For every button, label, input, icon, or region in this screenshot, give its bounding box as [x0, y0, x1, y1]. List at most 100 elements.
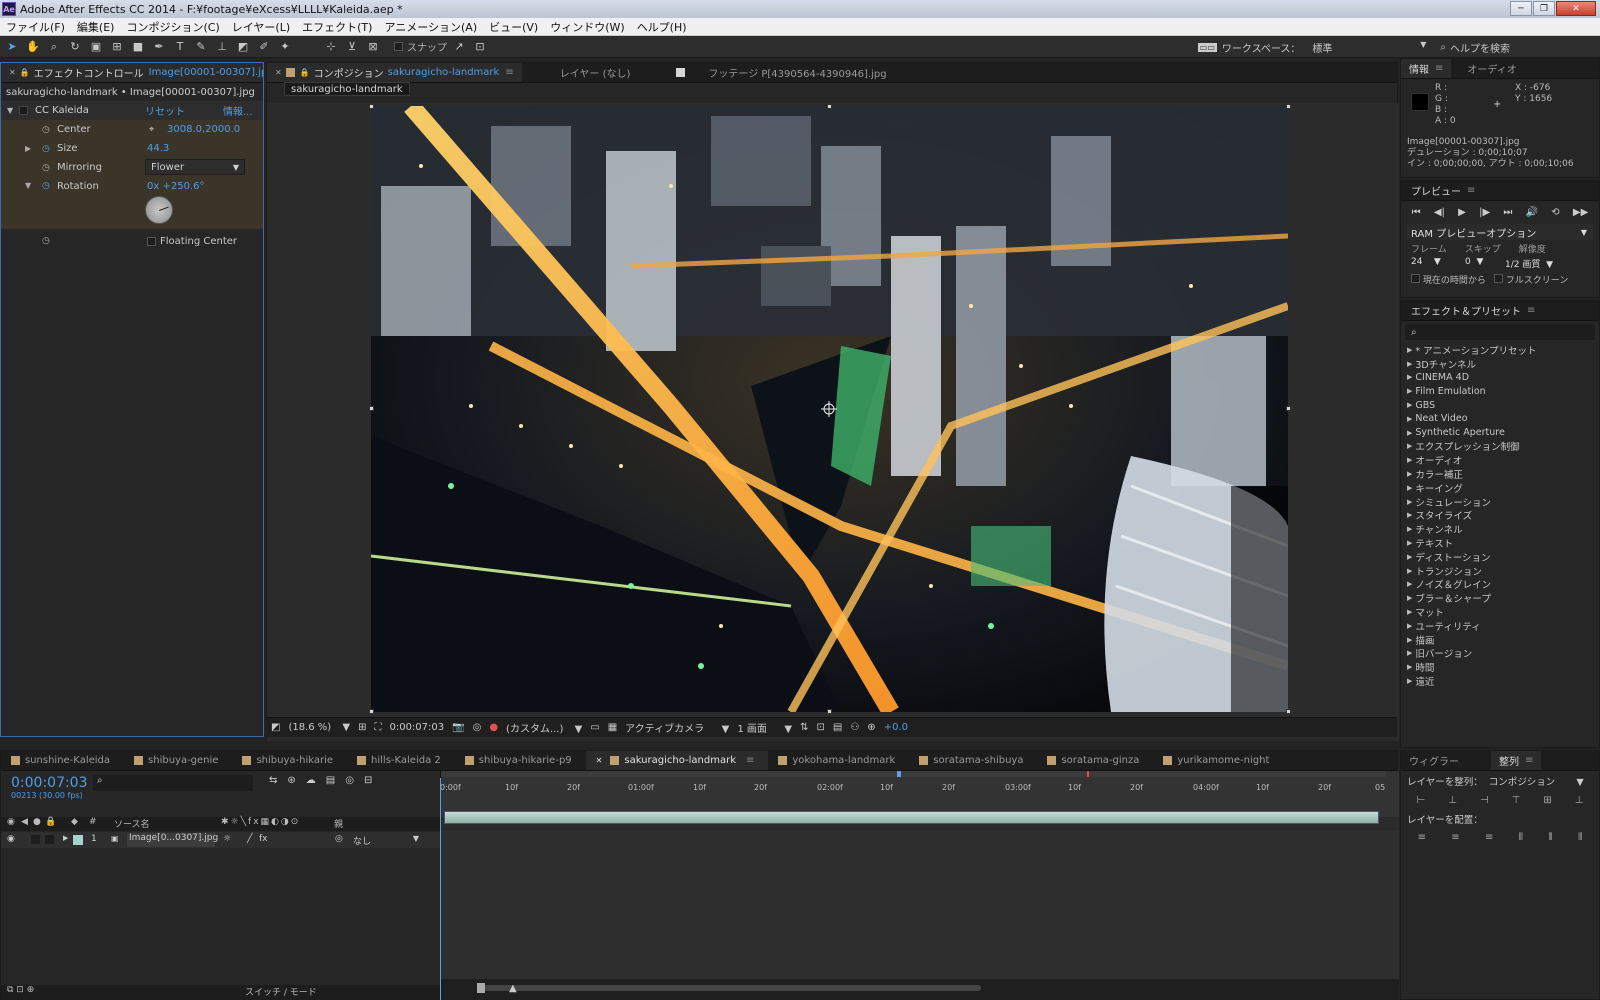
stopwatch-icon[interactable]: ◷: [42, 236, 50, 246]
maximize-icon[interactable]: ❐: [1533, 1, 1555, 16]
list-item[interactable]: ▶ * アニメーションプリセット: [1407, 343, 1599, 357]
region-of-interest-icon[interactable]: ▭: [590, 722, 599, 733]
align-vcenter-icon[interactable]: ⊞: [1543, 795, 1551, 806]
exposure-value[interactable]: +0.0: [884, 722, 908, 733]
fullscreen-toggle[interactable]: フルスクリーン: [1493, 273, 1568, 286]
list-item[interactable]: ▶ オーディオ: [1407, 453, 1599, 467]
align-hcenter-icon[interactable]: ⊥: [1448, 795, 1457, 806]
solo-toggle[interactable]: [31, 835, 40, 844]
type-tool-icon[interactable]: T: [171, 38, 189, 56]
list-item[interactable]: ▶ 3Dチャンネル: [1407, 357, 1599, 371]
loop-icon[interactable]: ⟲: [1551, 207, 1559, 218]
menu-layer[interactable]: レイヤー(L): [232, 19, 290, 35]
view-axis-icon[interactable]: ⊠: [364, 38, 382, 56]
minimize-icon[interactable]: ─: [1510, 1, 1532, 16]
world-axis-icon[interactable]: ⊻: [343, 38, 361, 56]
ram-preview-icon[interactable]: ▶▶: [1573, 207, 1588, 218]
composition-viewer[interactable]: [371, 106, 1288, 712]
layer-name[interactable]: Image[0...0307].jpg: [127, 833, 218, 847]
rectangle-tool-icon[interactable]: ■: [129, 38, 147, 56]
fullscreen-checkbox[interactable]: [1493, 274, 1503, 283]
zoom-slider-track[interactable]: [481, 985, 981, 991]
show-snapshot-icon[interactable]: ◎: [473, 722, 482, 733]
transform-handle[interactable]: [1286, 406, 1291, 411]
transform-handle[interactable]: [1286, 104, 1291, 109]
tab-effect-controls[interactable]: ✕ 🔒 エフェクトコントロール Image[00001-00307].jpg: [1, 63, 263, 82]
align-to-select[interactable]: コンポジション ▼: [1489, 774, 1584, 788]
close-icon[interactable]: ✕: [275, 68, 282, 77]
view-layout-select[interactable]: 1 画面 ▼: [737, 720, 792, 735]
roto-brush-tool-icon[interactable]: ✐: [255, 38, 273, 56]
snap-checkbox[interactable]: [394, 42, 403, 51]
previous-frame-icon[interactable]: ◀|: [1434, 207, 1445, 218]
timeline-search-input[interactable]: ⌕: [93, 775, 253, 791]
tab-timeline[interactable]: soratama-ginza: [1037, 751, 1153, 770]
list-item[interactable]: ▶ カラー補正: [1407, 467, 1599, 481]
graph-editor-icon[interactable]: ⊟: [364, 775, 372, 786]
mute-audio-icon[interactable]: 🔊: [1526, 207, 1538, 218]
align-right-icon[interactable]: ⊣: [1480, 795, 1489, 806]
list-item[interactable]: ▶ Film Emulation: [1407, 384, 1599, 398]
align-bottom-icon[interactable]: ⊥: [1575, 795, 1584, 806]
list-item[interactable]: ▶ キーイング: [1407, 481, 1599, 495]
pen-tool-icon[interactable]: ✒: [150, 38, 168, 56]
first-frame-icon[interactable]: ⏮: [1412, 207, 1421, 218]
collapse-transform-icon[interactable]: ☼: [223, 834, 231, 844]
tab-composition[interactable]: ✕ 🔒 コンポジション sakuragicho-landmark ≡: [267, 63, 522, 82]
close-icon[interactable]: ✕: [596, 756, 603, 765]
panel-menu-icon[interactable]: ≡: [1527, 305, 1535, 316]
align-left-icon[interactable]: ⊢: [1417, 795, 1426, 806]
close-icon[interactable]: ✕: [1556, 1, 1596, 16]
from-current-toggle[interactable]: 現在の時間から: [1411, 273, 1486, 286]
timeline-icon[interactable]: ▤: [833, 722, 842, 733]
switch-mode-toggle[interactable]: スイッチ / モード: [245, 985, 317, 998]
list-item[interactable]: ▶ ノイズ＆グレイン: [1407, 578, 1599, 591]
fx-toggle-icon[interactable]: fx: [259, 834, 268, 844]
mask-visibility-icon[interactable]: ⛶: [374, 722, 381, 733]
menu-file[interactable]: ファイル(F): [6, 19, 65, 35]
list-item[interactable]: ▶ Synthetic Aperture: [1407, 426, 1599, 440]
eraser-tool-icon[interactable]: ◩: [234, 38, 252, 56]
distribute-right-icon[interactable]: ⦀: [1578, 832, 1582, 843]
fx-toggle-icon[interactable]: [19, 106, 28, 115]
effect-header[interactable]: ▼ CC Kaleida リセット 情報...: [1, 101, 263, 120]
panel-menu-icon[interactable]: ≡: [1467, 185, 1475, 196]
tab-footage[interactable]: フッテージ P[4390564-4390946].jpg: [668, 63, 894, 82]
selection-tool-icon[interactable]: ➤: [3, 38, 21, 56]
menu-edit[interactable]: 編集(E): [77, 19, 115, 35]
tab-timeline[interactable]: hills-Kaleida 2: [347, 751, 455, 770]
layer-switches-icon[interactable]: ⧉ ⊡ ⊕: [7, 985, 34, 995]
stopwatch-icon[interactable]: ◷: [42, 163, 50, 173]
distribute-hcenter-icon[interactable]: ⦀: [1548, 832, 1552, 843]
next-frame-icon[interactable]: |▶: [1479, 207, 1490, 218]
menu-effect[interactable]: エフェクト(T): [302, 19, 372, 35]
about-link[interactable]: 情報...: [223, 103, 253, 118]
snapshot-icon[interactable]: 📷: [452, 722, 464, 733]
tab-timeline[interactable]: sunshine-Kaleida: [1, 751, 124, 770]
workspace-select[interactable]: 標準 ▼: [1312, 40, 1432, 55]
hand-tool-icon[interactable]: ✋: [24, 38, 42, 56]
list-item[interactable]: ▶ 描画: [1407, 633, 1599, 647]
list-item[interactable]: ▶ トランジション: [1407, 564, 1599, 578]
zoom-in-icon[interactable]: ▲: [509, 983, 517, 994]
menu-animation[interactable]: アニメーション(A): [384, 19, 477, 35]
list-item[interactable]: ▶ CINEMA 4D: [1407, 371, 1599, 385]
list-item[interactable]: ▶ エクスプレッション制御: [1407, 440, 1599, 453]
center-value[interactable]: 3008.0,2000.0: [167, 124, 240, 135]
list-item[interactable]: ▶ シミュレーション: [1407, 495, 1599, 509]
chevron-down-icon[interactable]: ▼: [7, 106, 13, 115]
list-item[interactable]: ▶ マット: [1407, 605, 1599, 619]
flowchart-icon[interactable]: ⚇: [850, 722, 859, 733]
size-value[interactable]: 44.3: [147, 143, 169, 154]
panel-menu-icon[interactable]: ≡: [746, 755, 754, 766]
menu-window[interactable]: ウィンドウ(W): [550, 19, 624, 35]
brush-tool-icon[interactable]: ✎: [192, 38, 210, 56]
eye-icon[interactable]: ◉: [7, 834, 15, 844]
table-row[interactable]: ◉ ▶ 1 ▣ Image[0...0307].jpg ☼ ╱ fx ◎ なし ▼: [1, 832, 441, 848]
transform-handle[interactable]: [827, 709, 832, 714]
menu-composition[interactable]: コンポジション(C): [126, 19, 219, 35]
clone-stamp-tool-icon[interactable]: ⊥: [213, 38, 231, 56]
puppet-tool-icon[interactable]: ✦: [276, 38, 294, 56]
color-channel-icon[interactable]: ●: [489, 722, 498, 733]
work-area-marker[interactable]: [897, 771, 901, 777]
